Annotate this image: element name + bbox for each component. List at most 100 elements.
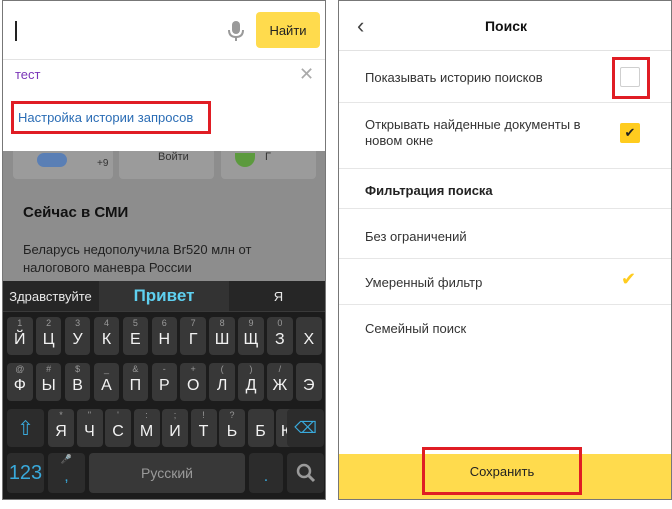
key-Х[interactable]: Х [296, 317, 322, 355]
comma-label: , [64, 468, 69, 485]
key-secondary-label: - [162, 364, 166, 374]
suggestion-1[interactable]: Здравствуйте [3, 281, 98, 311]
settings-header: ‹ Поиск [339, 1, 671, 51]
open-new-window-label: Открывать найденные документы в новом ок… [365, 117, 581, 148]
key-В[interactable]: $ В [64, 363, 91, 401]
save-button[interactable]: Сохранить [422, 447, 582, 495]
space-key[interactable]: Русский [89, 453, 245, 493]
key-Я[interactable]: * Я [48, 409, 74, 447]
key-secondary-label: ( [220, 364, 224, 374]
key-secondary-label: 1 [17, 318, 23, 328]
comma-key[interactable]: 🎤 , [48, 453, 85, 493]
key-label: О [186, 377, 200, 394]
extra-label: Г [265, 151, 271, 163]
key-А[interactable]: _ А [93, 363, 120, 401]
key-secondary-label: $ [75, 364, 81, 374]
extra-widget[interactable]: Г [221, 151, 316, 179]
key-secondary-label: 2 [46, 318, 52, 328]
key-Р[interactable]: -Р [151, 363, 178, 401]
key-secondary-label: 5 [132, 318, 138, 328]
key-Г[interactable]: 7Г [180, 317, 206, 355]
key-secondary-label: _ [103, 364, 109, 374]
suggestion-item[interactable]: тест [15, 67, 41, 82]
key-secondary-label: * [59, 410, 63, 420]
key-Й[interactable]: 1Й [7, 317, 33, 355]
key-secondary-label: : [145, 410, 148, 420]
close-icon[interactable]: ✕ [299, 64, 314, 85]
key-label: Ц [42, 331, 55, 348]
key-Н[interactable]: 6Н [151, 317, 178, 355]
key-О[interactable]: + О [180, 363, 206, 401]
suggestion-3[interactable]: Я [230, 281, 325, 311]
key-П[interactable]: & П [122, 363, 149, 401]
key-И[interactable]: ; И [162, 409, 188, 447]
key-Ф[interactable]: @ Ф [7, 363, 33, 401]
news-section-title: Сейчас в СМИ [23, 204, 129, 221]
key-Б[interactable]: Б [247, 409, 274, 447]
page-title: Поиск [484, 18, 527, 34]
news-item[interactable]: Беларусь недополучила Br520 млн от налог… [23, 241, 313, 277]
key-label: Ь [226, 423, 238, 440]
key-label: Т [198, 423, 209, 440]
search-key[interactable] [287, 453, 324, 493]
key-М[interactable]: :М [133, 409, 160, 447]
key-К[interactable]: 4К [93, 317, 120, 355]
key-label: У [72, 331, 83, 348]
key-secondary-label: ' [117, 410, 119, 420]
check-icon: ✔ [621, 269, 637, 289]
weather-widget[interactable]: +9 [13, 151, 113, 179]
filter-label-family: Семейный поиск [365, 321, 467, 336]
suggestion-2[interactable]: Привет [99, 281, 229, 311]
key-С[interactable]: ' С [105, 409, 131, 447]
login-widget[interactable]: Войти [119, 151, 259, 179]
filter-option-none[interactable]: Без ограничений [339, 213, 671, 259]
key-Ц[interactable]: 2Ц [35, 317, 62, 355]
backspace-icon: ⌫ [294, 420, 317, 437]
key-У[interactable]: 3У [64, 317, 91, 355]
key-Ш[interactable]: 8Ш [209, 317, 235, 355]
key-label: В [72, 377, 83, 394]
key-З[interactable]: 0З [267, 317, 293, 355]
period-key[interactable]: . [249, 453, 283, 493]
find-button[interactable]: Найти [256, 12, 320, 48]
left-phone-screen: Найти тест ✕ Настройка истории запросов … [2, 0, 326, 500]
shift-key[interactable]: ⇧ [7, 409, 44, 447]
key-label: Н [158, 331, 171, 348]
key-secondary-label: " [87, 410, 92, 420]
key-Э[interactable]: Э [296, 363, 322, 401]
show-history-label: Показывать историю поисков [365, 70, 543, 85]
key-label: Ж [272, 377, 288, 394]
key-Л[interactable]: (Л [209, 363, 235, 401]
key-label: А [101, 377, 112, 394]
microphone-icon[interactable] [225, 19, 247, 43]
open-new-window-checkbox[interactable]: ✔ [620, 123, 640, 143]
key-Д[interactable]: ) Д [238, 363, 264, 401]
key-Е[interactable]: 5Е [122, 317, 149, 355]
filter-label-moderate: Умеренный фильтр [365, 275, 483, 290]
mic-small-icon: 🎤 [60, 454, 73, 464]
key-Т[interactable]: ! Т [190, 409, 217, 447]
key-Ч[interactable]: " Ч [76, 409, 103, 447]
numbers-key[interactable]: 123 [7, 453, 44, 493]
key-Щ[interactable]: 9Щ [238, 317, 264, 355]
weather-counter: +9 [97, 158, 109, 169]
key-secondary-label: @ [15, 364, 25, 374]
search-input[interactable] [15, 21, 17, 41]
backspace-key[interactable]: ⌫ [287, 409, 324, 447]
key-secondary-label: ) [249, 364, 253, 374]
space-label: Русский [141, 465, 193, 481]
key-secondary-label: 4 [103, 318, 109, 328]
history-settings-link[interactable]: Настройка истории запросов [11, 101, 211, 134]
filter-label-none: Без ограничений [365, 229, 467, 244]
key-label: Я [55, 423, 67, 440]
key-Ь[interactable]: ? Ь [219, 409, 245, 447]
keyboard: Здравствуйте Привет Я 1Й2Ц3У4К5Е6Н7Г8Ш9Щ… [3, 281, 325, 499]
keyboard-suggestions: Здравствуйте Привет Я [3, 281, 325, 312]
key-Ж[interactable]: / Ж [267, 363, 293, 401]
search-icon [296, 463, 315, 483]
key-Ы[interactable]: # Ы [35, 363, 62, 401]
shift-icon: ⇧ [17, 417, 34, 440]
key-label: Ч [84, 423, 95, 440]
filter-option-family[interactable]: Семейный поиск [339, 305, 671, 351]
key-label: Ф [13, 377, 26, 394]
